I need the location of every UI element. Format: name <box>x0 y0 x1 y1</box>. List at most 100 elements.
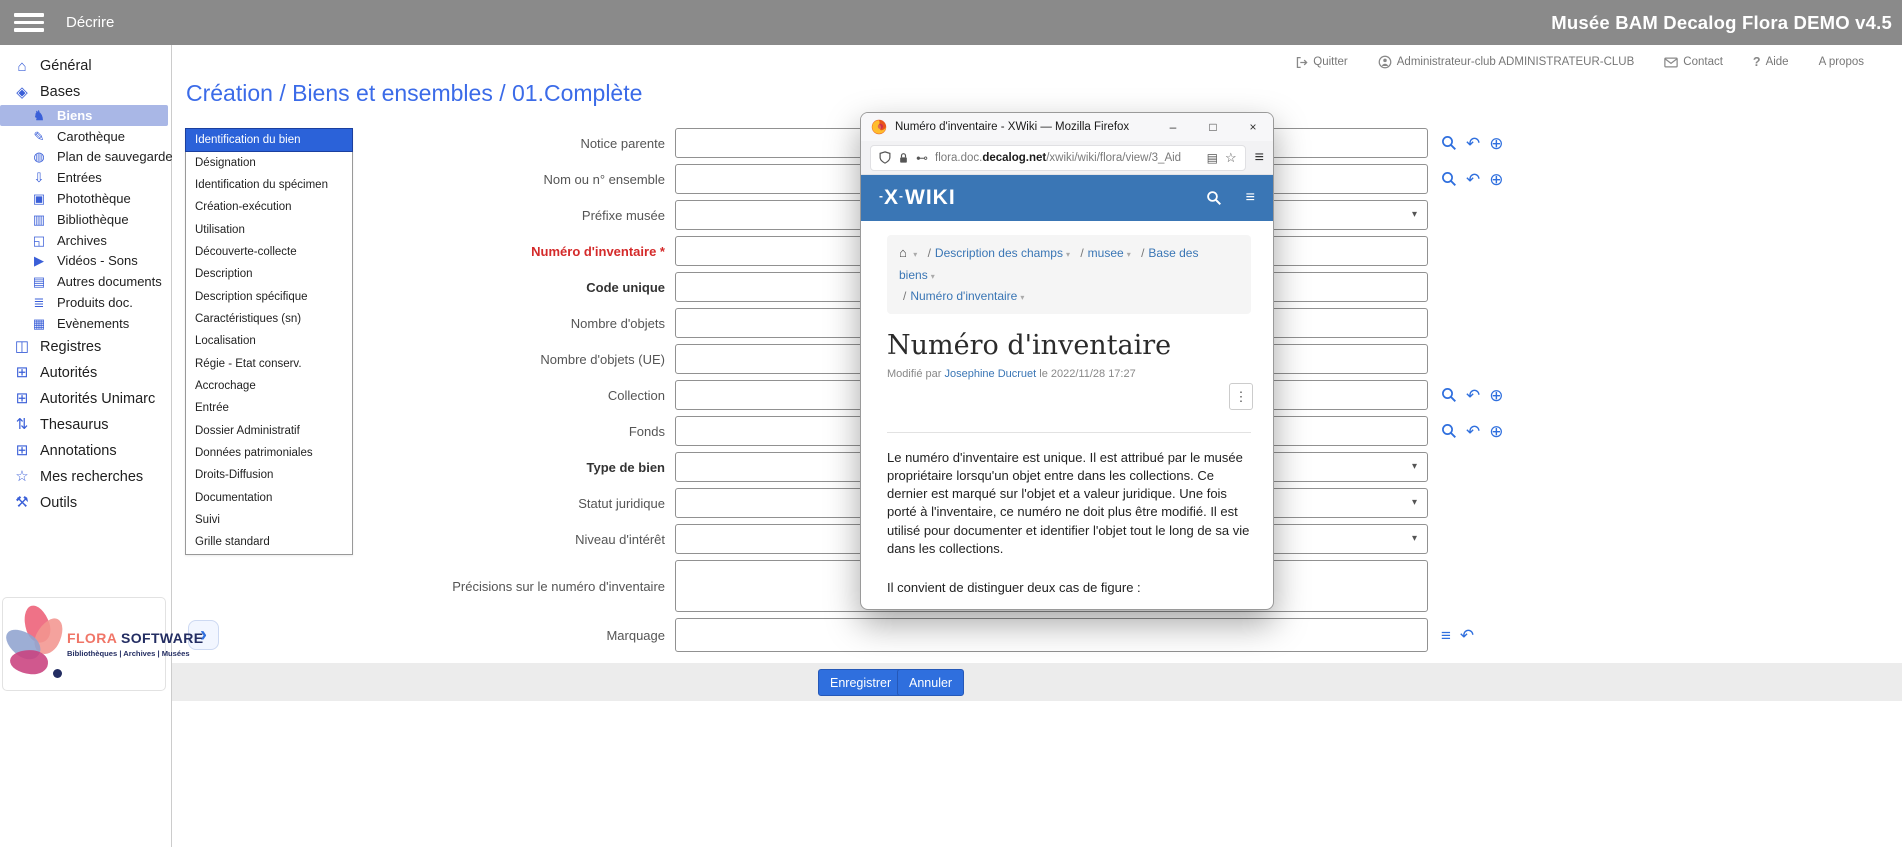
field-label: Marquage <box>180 628 675 643</box>
undo-icon[interactable]: ↶ <box>1466 387 1480 404</box>
search-icon[interactable] <box>1441 171 1457 187</box>
reader-view-icon[interactable]: ▤ <box>1207 152 1218 164</box>
current-user-menu[interactable]: Administrateur-club ADMINISTRATEUR-CLUB <box>1378 55 1635 69</box>
undo-icon[interactable]: ↶ <box>1466 423 1480 440</box>
sidebar-item-annotations[interactable]: ⊞ Annotations <box>0 438 171 464</box>
shield-icon[interactable] <box>879 151 891 164</box>
contact-link[interactable]: Contact <box>1664 56 1723 68</box>
sidebar-item-bibliotheque[interactable]: ▥ Bibliothèque <box>0 209 171 230</box>
section-grille-standard[interactable]: Grille standard <box>186 531 352 553</box>
hamburger-menu-icon[interactable] <box>14 13 44 32</box>
sidebar-item-produits-doc[interactable]: ≣ Produits doc. <box>0 292 171 313</box>
dropdown-caret-icon[interactable]: ▾ <box>1412 210 1417 220</box>
author-link[interactable]: Josephine Ducruet <box>944 368 1036 380</box>
chevron-down-icon[interactable]: ▾ <box>931 272 935 281</box>
about-link[interactable]: A propos <box>1819 56 1864 68</box>
add-record-icon[interactable]: ⊕ <box>1489 135 1503 152</box>
section-utilisation[interactable]: Utilisation <box>186 218 352 240</box>
quit-button[interactable]: Quitter <box>1295 56 1348 69</box>
sidebar-item-mes-recherches[interactable]: ☆ Mes recherches <box>0 464 171 490</box>
section-identification-du-specimen[interactable]: Identification du spécimen <box>186 174 352 196</box>
section-donnees-patrimoniales[interactable]: Données patrimoniales <box>186 442 352 464</box>
browser-menu-icon[interactable]: ≡ <box>1255 149 1264 167</box>
undo-icon[interactable]: ↶ <box>1466 135 1480 152</box>
url-bar[interactable]: ⊷ flora.doc.decalog.net/xwiki/wiki/flora… <box>870 145 1246 171</box>
top-app-bar: Décrire Musée BAM Decalog Flora DEMO v4.… <box>0 0 1902 45</box>
sidebar-item-carotheque[interactable]: ✎ Carothèque <box>0 126 171 147</box>
sidebar-item-phototheque[interactable]: ▣ Photothèque <box>0 188 171 209</box>
section-localisation[interactable]: Localisation <box>186 330 352 352</box>
sidebar-item-videos-sons[interactable]: ▶ Vidéos - Sons <box>0 251 171 272</box>
more-actions-button[interactable]: ⋮ <box>1229 383 1253 410</box>
chevron-down-icon[interactable]: ▾ <box>913 250 917 259</box>
permissions-icon[interactable]: ⊷ <box>916 152 928 164</box>
add-record-icon[interactable]: ⊕ <box>1489 171 1503 188</box>
section-description-specifique[interactable]: Description spécifique <box>186 285 352 307</box>
sidebar-item-autorites[interactable]: ⊞ Autorités <box>0 360 171 386</box>
sidebar-item-entrees[interactable]: ⇩ Entrées <box>0 167 171 188</box>
section-description[interactable]: Description <box>186 263 352 285</box>
minimize-button[interactable]: – <box>1153 113 1193 141</box>
add-record-icon[interactable]: ⊕ <box>1489 387 1503 404</box>
section-identification-du-bien[interactable]: Identification du bien <box>186 129 352 151</box>
sidebar-item-autres-documents[interactable]: ▤ Autres documents <box>0 271 171 292</box>
home-icon[interactable]: ⌂ <box>899 245 907 260</box>
section-droits-diffusion[interactable]: Droits-Diffusion <box>186 464 352 486</box>
dropdown-caret-icon[interactable]: ▾ <box>1412 462 1417 472</box>
sidebar-item-plan-de-sauvegarde[interactable]: ◍ Plan de sauvegarde <box>0 147 171 168</box>
sidebar-item-thesaurus[interactable]: ⇅ Thesaurus <box>0 412 171 438</box>
sidebar-item-bases[interactable]: ◈ Bases <box>0 79 171 105</box>
close-button[interactable]: × <box>1233 113 1273 141</box>
question-mark-icon: ? <box>1753 55 1761 69</box>
search-icon[interactable] <box>1441 387 1457 403</box>
section-regie-etat-conserv[interactable]: Régie - Etat conserv. <box>186 352 352 374</box>
breadcrumb-link[interactable]: musee <box>1088 246 1124 260</box>
calendar-icon: ▦ <box>29 317 49 330</box>
cancel-button[interactable]: Annuler <box>897 669 964 696</box>
field-input[interactable] <box>675 618 1428 652</box>
undo-icon[interactable]: ↶ <box>1466 171 1480 188</box>
chevron-down-icon[interactable]: ▾ <box>1066 250 1070 259</box>
help-link[interactable]: ? Aide <box>1753 55 1789 69</box>
section-creation-execution[interactable]: Création-exécution <box>186 196 352 218</box>
breadcrumb-link-current[interactable]: Numéro d'inventaire <box>910 289 1017 303</box>
section-suivi[interactable]: Suivi <box>186 509 352 531</box>
sidebar-item-outils[interactable]: ⚒ Outils <box>0 490 171 516</box>
chevron-down-icon[interactable]: ▾ <box>1020 293 1024 302</box>
search-icon[interactable] <box>1441 135 1457 151</box>
section-caracteristiques-sn[interactable]: Caractéristiques (sn) <box>186 308 352 330</box>
wiki-menu-icon[interactable]: ≡ <box>1246 190 1255 206</box>
section-label: Identification du spécimen <box>195 179 328 191</box>
wiki-search-icon[interactable] <box>1206 190 1222 206</box>
breadcrumb-link[interactable]: Description des champs <box>935 246 1063 260</box>
section-decouverte-collecte[interactable]: Découverte-collecte <box>186 241 352 263</box>
chevron-down-icon[interactable]: ▾ <box>1127 250 1131 259</box>
section-designation[interactable]: Désignation <box>186 151 352 173</box>
section-label: Caractéristiques (sn) <box>195 313 301 325</box>
dropdown-caret-icon[interactable]: ▾ <box>1412 534 1417 544</box>
browser-toolbar: ⊷ flora.doc.decalog.net/xwiki/wiki/flora… <box>861 141 1273 175</box>
lock-icon[interactable] <box>898 152 909 164</box>
section-label: Utilisation <box>195 224 245 236</box>
doc-stack-icon: ≣ <box>29 296 49 309</box>
search-icon[interactable] <box>1441 423 1457 439</box>
sidebar-item-biens[interactable]: ♞ Biens <box>0 105 168 126</box>
sidebar-item-autorites-unimarc[interactable]: ⊞ Autorités Unimarc <box>0 386 171 412</box>
dropdown-caret-icon[interactable]: ▾ <box>1412 498 1417 508</box>
bookmark-star-icon[interactable]: ☆ <box>1225 151 1237 164</box>
open-book-icon: ⊞ <box>10 443 34 458</box>
sidebar-item-general[interactable]: ⌂ Général <box>0 53 171 79</box>
section-entree[interactable]: Entrée <box>186 397 352 419</box>
xwiki-logo[interactable]: XWIKI <box>879 186 956 210</box>
section-accrochage[interactable]: Accrochage <box>186 375 352 397</box>
sidebar-item-evenements[interactable]: ▦ Evènements <box>0 313 171 334</box>
section-documentation[interactable]: Documentation <box>186 487 352 509</box>
section-dossier-administratif[interactable]: Dossier Administratif <box>186 419 352 441</box>
sidebar-item-archives[interactable]: ◱ Archives <box>0 230 171 251</box>
sidebar-item-registres[interactable]: ◫ Registres <box>0 334 171 360</box>
add-record-icon[interactable]: ⊕ <box>1489 423 1503 440</box>
maximize-button[interactable]: □ <box>1193 113 1233 141</box>
save-button[interactable]: Enregistrer <box>818 669 903 696</box>
list-icon[interactable]: ≡ <box>1441 627 1451 644</box>
undo-icon[interactable]: ↶ <box>1460 627 1474 644</box>
